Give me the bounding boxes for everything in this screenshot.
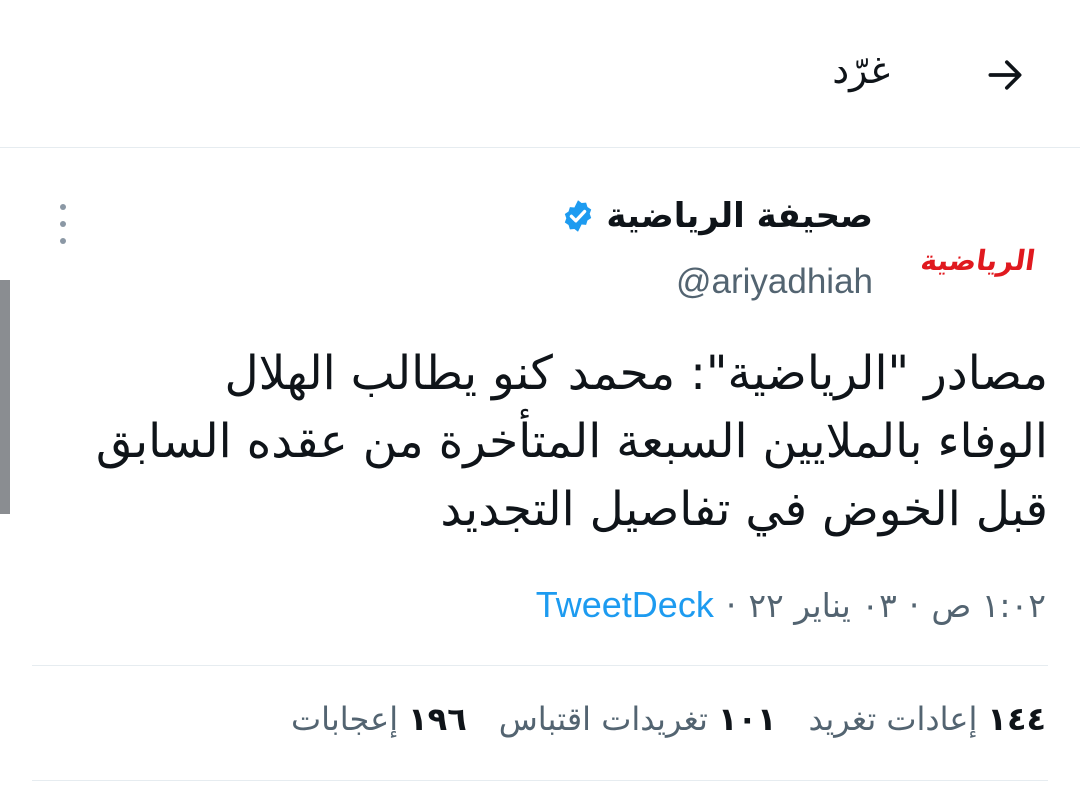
more-dot <box>60 204 66 210</box>
author-handle[interactable]: @ariyadhiah <box>676 262 873 302</box>
tweet-time[interactable]: ١:٠٢ ص <box>931 586 1046 625</box>
more-dot <box>60 238 66 244</box>
back-button[interactable] <box>980 50 1030 100</box>
tweet-text-line: الوفاء بالملايين السبعة المتأخرة من عقده… <box>95 414 1048 469</box>
likes-stat[interactable]: ١٩٦ إعجابات <box>291 700 467 738</box>
tweet-stats: ١٤٤ إعادات تغريد ١٠١ تغريدات اقتباس ١٩٦ … <box>291 700 1046 738</box>
tweet-source-link[interactable]: TweetDeck <box>536 584 714 626</box>
tweet-text: مصادر "الرياضية": محمد كنو يطالب الهلال … <box>28 340 1048 544</box>
retweets-stat[interactable]: ١٤٤ إعادات تغريد <box>809 700 1046 738</box>
divider <box>32 665 1048 666</box>
top-bar: غرّد <box>0 0 1080 148</box>
quotes-label: تغريدات اقتباس <box>498 700 708 738</box>
verified-badge-icon <box>565 200 592 232</box>
divider <box>32 780 1048 781</box>
avatar-logo-text: الرياضية <box>918 243 1038 277</box>
page-title: غرّد <box>832 48 890 92</box>
author-display-name[interactable]: صحيفة الرياضية <box>606 196 873 236</box>
tweet-author: الرياضية صحيفة الرياضية @ariyadhiah <box>38 190 1038 310</box>
quotes-stat[interactable]: ١٠١ تغريدات اقتباس <box>499 700 777 738</box>
likes-count: ١٩٦ <box>408 700 467 738</box>
avatar[interactable]: الرياضية <box>918 230 1038 290</box>
arrow-back-icon <box>988 60 1022 90</box>
tweet-meta: ١:٠٢ ص · ٠٣ يناير ٢٢ · TweetDeck <box>536 584 1046 626</box>
retweets-label: إعادات تغريد <box>808 700 978 738</box>
scroll-indicator <box>0 280 10 514</box>
tweet-text-line: قبل الخوض في تفاصيل التجديد <box>440 482 1048 537</box>
more-dot <box>60 221 66 227</box>
quotes-count: ١٠١ <box>717 700 777 738</box>
retweets-count: ١٤٤ <box>987 700 1046 738</box>
more-options-button[interactable] <box>48 204 78 244</box>
likes-label: إعجابات <box>290 700 399 738</box>
tweet-text-line: مصادر "الرياضية": محمد كنو يطالب الهلال <box>224 346 1048 401</box>
author-name-row[interactable]: صحيفة الرياضية <box>560 196 873 236</box>
meta-separator: · <box>908 585 920 625</box>
meta-separator: · <box>725 585 737 625</box>
tweet-date[interactable]: ٠٣ يناير ٢٢ <box>748 586 896 625</box>
